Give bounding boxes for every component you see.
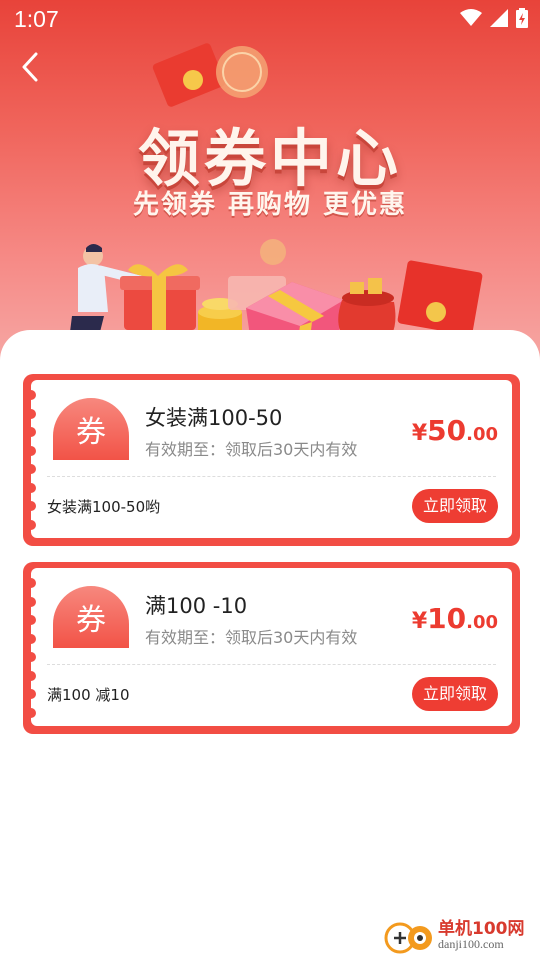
watermark-name: 单机100网 xyxy=(438,919,525,939)
status-bar: 1:07 xyxy=(0,0,540,40)
coin-icon xyxy=(216,46,268,98)
price-cents: .00 xyxy=(466,612,498,633)
dashed-divider xyxy=(47,476,496,477)
coupon-price: ¥10.00 xyxy=(412,602,498,635)
status-time: 1:07 xyxy=(14,6,59,32)
coupon-badge: 券 xyxy=(53,398,129,460)
coupon-title: 女装满100-50 xyxy=(145,406,283,430)
site-watermark: 单机100网 danji100.com xyxy=(384,912,536,958)
signal-icon xyxy=(490,9,508,27)
currency-symbol: ¥ xyxy=(411,609,428,634)
price-amount: 50 xyxy=(427,414,467,447)
coupon-edge-decoration xyxy=(31,390,36,530)
price-amount: 10 xyxy=(427,602,467,635)
red-envelope-icon xyxy=(152,43,226,107)
coupon-price: ¥50.00 xyxy=(412,414,498,447)
coupon-card: 券 满100 -10 有效期至：领取后30天内有效 ¥10.00 满100 减1… xyxy=(23,562,520,734)
coupon-validity: 有效期至：领取后30天内有效 xyxy=(145,628,358,647)
coupon-card: 券 女装满100-50 有效期至：领取后30天内有效 ¥50.00 女装满100… xyxy=(23,374,520,546)
coupon-description: 满100 减10 xyxy=(47,686,130,704)
red-packet-icon xyxy=(397,260,483,336)
coupon-description: 女装满100-50哟 xyxy=(47,498,161,516)
coupon-title: 满100 -10 xyxy=(145,594,248,618)
page-subtitle: 先领券 再购物 更优惠 xyxy=(132,190,408,220)
claim-button[interactable]: 立即领取 xyxy=(412,677,498,711)
coupon-edge-decoration xyxy=(31,578,36,718)
price-cents: .00 xyxy=(466,424,498,445)
watermark-url: danji100.com xyxy=(438,937,504,951)
claim-button[interactable]: 立即领取 xyxy=(412,489,498,523)
watermark-logo-icon xyxy=(384,922,432,954)
dashed-divider xyxy=(47,664,496,665)
back-icon[interactable] xyxy=(14,50,48,84)
currency-symbol: ¥ xyxy=(411,421,428,446)
coupon-validity: 有效期至：领取后30天内有效 xyxy=(145,440,358,459)
wifi-icon xyxy=(460,9,482,26)
coupon-badge: 券 xyxy=(53,586,129,648)
banner: 1:07 领券中心 先领券 再购物 更优惠 xyxy=(0,0,540,370)
battery-icon xyxy=(516,8,528,28)
